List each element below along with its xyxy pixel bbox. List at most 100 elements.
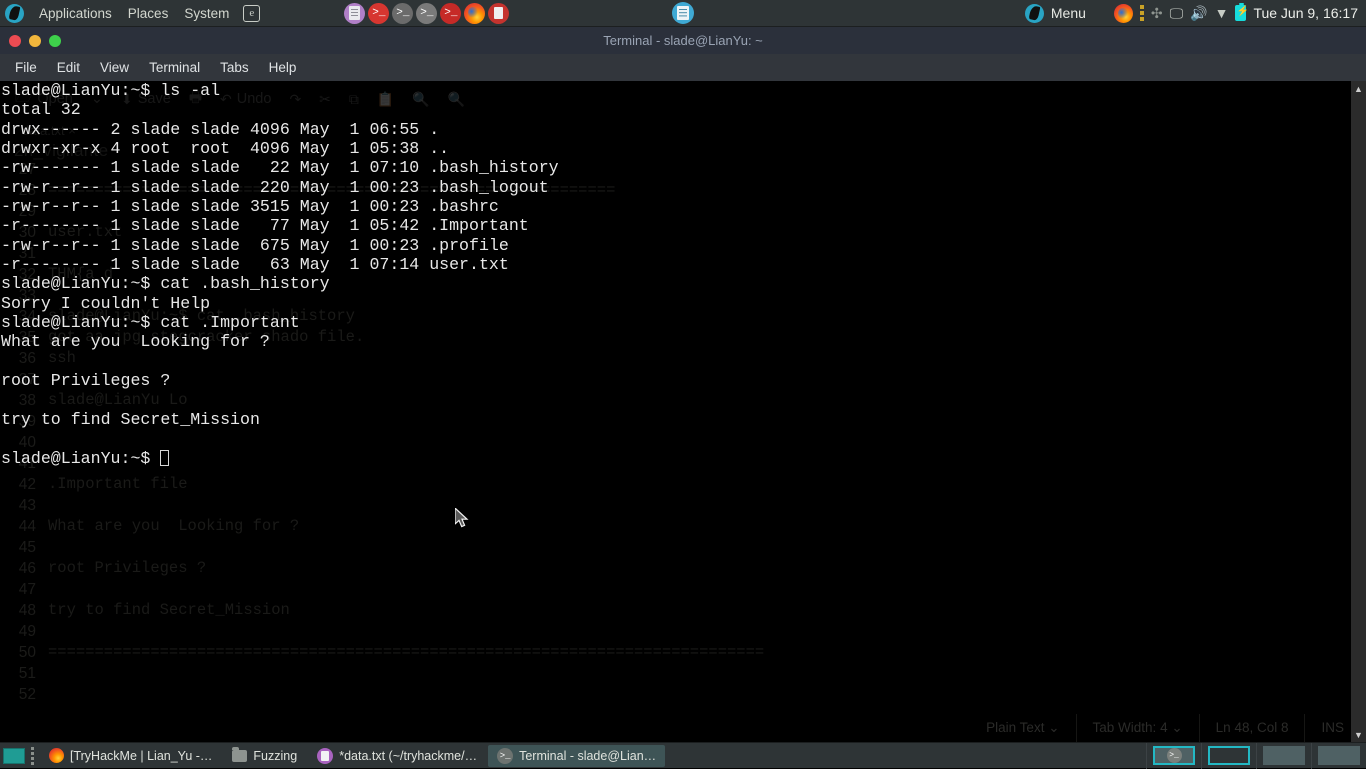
menu-file[interactable]: File	[6, 57, 46, 78]
document-viewer-launcher-icon[interactable]	[344, 3, 365, 24]
panel-grip[interactable]	[31, 747, 34, 765]
ghost-line-number: 44	[0, 516, 48, 537]
ghost-editor-row: 43	[0, 495, 1366, 516]
menu-view[interactable]: View	[91, 57, 138, 78]
workspace-indicator-icon[interactable]: e	[243, 5, 260, 22]
ghost-editor-row: 52	[0, 684, 1366, 705]
system-tray: Menu ✣ 🖵 🔊 ▼ Tue Jun 9, 16:17	[1025, 4, 1366, 23]
minimize-button[interactable]	[29, 35, 41, 47]
terminal-scrollbar[interactable]: ▲ ▼	[1351, 81, 1366, 742]
workspace-4[interactable]	[1311, 743, 1366, 769]
vertical-dots-icon[interactable]	[1140, 5, 1144, 21]
ghost-editor-row: 48try to find Secret_Mission	[0, 600, 1366, 621]
terminal-prompt-line: slade@LianYu:~$	[1, 449, 559, 468]
terminal-line: -rw------- 1 slade slade 22 May 1 07:10 …	[1, 158, 559, 177]
ghost-editor-row: 50======================================…	[0, 642, 1366, 663]
display-icon[interactable]: 🖵	[1170, 6, 1184, 20]
terminal-line: try to find Secret_Mission	[1, 410, 559, 429]
terminal-line: drwx------ 2 slade slade 4096 May 1 06:5…	[1, 120, 559, 139]
top-panel: Applications Places System e >_ >_ >_ >_…	[0, 0, 1366, 27]
terminal-icon: >_	[497, 748, 513, 764]
terminal-line: slade@LianYu:~$ cat .bash_history	[1, 274, 559, 293]
menu-help[interactable]: Help	[260, 57, 306, 78]
ghost-line-number: 45	[0, 537, 48, 558]
taskbar-button-label: Terminal - slade@Lian…	[519, 749, 656, 763]
text-document-icon[interactable]	[672, 2, 694, 24]
terminal-line	[1, 352, 559, 371]
menu-applications[interactable]: Applications	[31, 0, 120, 27]
ghost-line-number: 42	[0, 474, 48, 495]
taskbar-button-label: Fuzzing	[253, 749, 297, 763]
workspace-2[interactable]	[1201, 743, 1256, 769]
terminal-launcher-icon[interactable]: >_	[368, 3, 389, 24]
ghost-editor-row: 47	[0, 579, 1366, 600]
ghost-language-selector: Plain Text ⌄	[970, 714, 1075, 742]
linux-mint-logo-icon[interactable]	[5, 4, 24, 23]
terminal-body[interactable]: 🗁Open ⌄ ⬇Save 🖶 ↶Undo ↷ ✂ ⧉ 📋 🔍 🔍 data.t…	[0, 81, 1366, 742]
menu-logo-icon[interactable]	[1025, 4, 1044, 23]
menu-terminal[interactable]: Terminal	[140, 57, 209, 78]
menu-tabs[interactable]: Tabs	[211, 57, 258, 78]
workspace-1[interactable]: >_	[1146, 743, 1201, 769]
taskbar-button[interactable]: *data.txt (~/tryhackme/…	[308, 745, 486, 767]
close-button[interactable]	[9, 35, 21, 47]
scroll-up-arrow-icon[interactable]: ▲	[1351, 81, 1366, 96]
terminal-line: -r-------- 1 slade slade 63 May 1 07:14 …	[1, 255, 559, 274]
firefox-launcher-icon[interactable]	[464, 3, 485, 24]
ghost-line-text: ========================================…	[48, 642, 764, 663]
ghost-editor-row: 44What are you Looking for ?	[0, 516, 1366, 537]
battery-charging-icon[interactable]	[1235, 5, 1246, 21]
taskbar-button[interactable]: [TryHackMe | Lian_Yu -…	[40, 745, 221, 767]
ghost-line-number: 49	[0, 621, 48, 642]
volume-icon[interactable]: 🔊	[1190, 6, 1207, 20]
wifi-icon[interactable]: ▼	[1215, 6, 1229, 20]
scroll-down-arrow-icon[interactable]: ▼	[1351, 727, 1366, 742]
firefox-icon	[49, 748, 64, 763]
bottom-panel: [TryHackMe | Lian_Yu -… Fuzzing *data.txt …	[0, 742, 1366, 768]
terminal-line: -r-------- 1 slade slade 77 May 1 05:42 …	[1, 216, 559, 235]
terminal-line: total 32	[1, 100, 559, 119]
window-task-list: [TryHackMe | Lian_Yu -… Fuzzing *data.txt …	[40, 745, 665, 767]
menu-places[interactable]: Places	[120, 0, 177, 27]
ghost-editor-row: 46root Privileges ?	[0, 558, 1366, 579]
workspace-3[interactable]	[1256, 743, 1311, 769]
ghost-editor-statusbar: Plain Text ⌄ Tab Width: 4 ⌄ Ln 48, Col 8…	[0, 714, 1366, 742]
terminal-window: Terminal - slade@LianYu: ~ File Edit Vie…	[0, 27, 1366, 742]
window-title: Terminal - slade@LianYu: ~	[0, 33, 1366, 48]
terminal-cursor	[160, 450, 169, 466]
firefox-icon[interactable]	[1114, 4, 1133, 23]
ghost-line-text: What are you Looking for ?	[48, 516, 299, 537]
taskbar-button[interactable]: Fuzzing	[223, 745, 306, 767]
titlebar[interactable]: Terminal - slade@LianYu: ~	[0, 27, 1366, 54]
launcher-strip: >_ >_ >_ >_	[344, 3, 509, 24]
taskbar-button-label: *data.txt (~/tryhackme/…	[339, 749, 477, 763]
ghost-line-number: 51	[0, 663, 48, 684]
maximize-button[interactable]	[49, 35, 61, 47]
ghost-line-number: 50	[0, 642, 48, 663]
terminal-gray-launcher-icon[interactable]: >_	[392, 3, 413, 24]
ghost-line-number: 46	[0, 558, 48, 579]
clipboard-launcher-icon[interactable]	[488, 3, 509, 24]
terminal-line: root Privileges ?	[1, 371, 559, 390]
tray-menu-label[interactable]: Menu	[1051, 5, 1086, 21]
terminal-gray2-launcher-icon[interactable]: >_	[416, 3, 437, 24]
terminal-line	[1, 391, 559, 410]
folder-icon	[232, 750, 247, 762]
taskbar-button[interactable]: >_ Terminal - slade@Lian…	[488, 745, 665, 767]
terminal-red-launcher-icon[interactable]: >_	[440, 3, 461, 24]
terminal-line: -rw-r--r-- 1 slade slade 220 May 1 00:23…	[1, 178, 559, 197]
menu-system[interactable]: System	[176, 0, 237, 27]
clock[interactable]: Tue Jun 9, 16:17	[1253, 5, 1358, 21]
terminal-line: -rw-r--r-- 1 slade slade 675 May 1 00:23…	[1, 236, 559, 255]
bluetooth-icon[interactable]: ✣	[1151, 5, 1163, 22]
ghost-line-text: root Privileges ?	[48, 558, 206, 579]
menu-edit[interactable]: Edit	[48, 57, 89, 78]
taskbar-button-label: [TryHackMe | Lian_Yu -…	[70, 749, 212, 763]
terminal-line: slade@LianYu:~$ ls -al	[1, 81, 559, 100]
ghost-line-number: 48	[0, 600, 48, 621]
terminal-line: slade@LianYu:~$ cat .Important	[1, 313, 559, 332]
terminal-output[interactable]: slade@LianYu:~$ ls -altotal 32drwx------…	[0, 81, 559, 468]
ghost-line-text: .Important file	[48, 474, 188, 495]
ghost-editor-row: 45	[0, 537, 1366, 558]
show-desktop-button[interactable]	[3, 748, 25, 764]
